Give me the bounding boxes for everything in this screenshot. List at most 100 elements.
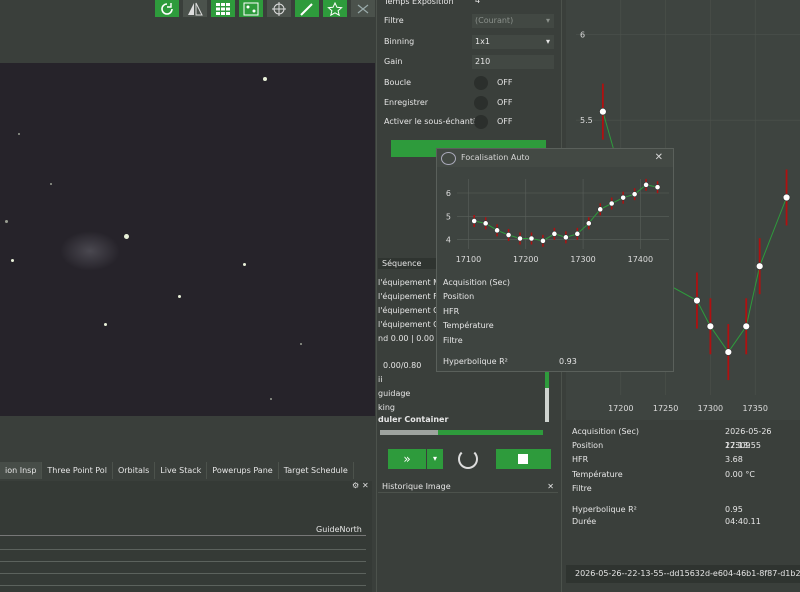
filter-select[interactable]: (Courant) ▾ [472, 14, 554, 28]
panel-options-icon[interactable]: ⚙ [352, 481, 359, 490]
tab-three-point-polar[interactable]: Three Point Pol [42, 462, 113, 479]
info-temp-label: Température [572, 470, 623, 479]
star [11, 259, 14, 262]
dialog-acq-label: Acquisition (Sec) [443, 278, 510, 287]
refresh-icon[interactable] [155, 0, 179, 17]
exposure-label: Temps Exposition [384, 0, 454, 6]
dialog-pos-label: Position [443, 292, 475, 301]
data-point [693, 296, 701, 305]
sequence-stop-button[interactable] [496, 449, 551, 469]
star [124, 234, 129, 239]
sequence-start-button[interactable]: » [388, 449, 426, 469]
sequence-scrollbar-thumb[interactable] [545, 372, 549, 388]
tab-powerups[interactable]: Powerups Pane [207, 462, 279, 479]
data-point [551, 230, 558, 237]
x-tick-label: 17200 [608, 404, 633, 413]
table-row [0, 535, 366, 536]
data-point [724, 348, 733, 356]
data-point [505, 232, 512, 238]
table-row [0, 561, 366, 562]
gain-input[interactable]: 210 [472, 55, 554, 69]
info-acq-label: Acquisition (Sec) [572, 427, 639, 436]
data-point [755, 262, 764, 270]
data-point [654, 184, 661, 191]
exposure-value[interactable]: 4 [475, 0, 480, 5]
data-point [471, 218, 478, 224]
loop-toggle[interactable] [474, 76, 488, 90]
dialog-hfr-label: HFR [443, 307, 460, 316]
settings-icon[interactable] [351, 0, 375, 17]
info-hfr-label: HFR [572, 455, 589, 464]
data-point [528, 235, 535, 242]
data-point [585, 220, 592, 227]
stars-icon[interactable] [239, 0, 263, 17]
subsample-toggle[interactable] [474, 115, 488, 129]
info-hfr-value: 3.68 [725, 455, 743, 464]
y-tick-label: 6 [580, 30, 585, 39]
image-view[interactable] [0, 63, 375, 416]
binning-select[interactable]: 1x1 ▾ [472, 35, 554, 49]
sequence-item: guidage [378, 389, 411, 398]
data-point [517, 235, 523, 242]
autofocus-dialog-title: Focalisation Auto [461, 153, 530, 162]
autofocus-dialog-close-icon[interactable]: ✕ [655, 149, 663, 167]
tab-inspector[interactable]: ion Insp [0, 462, 43, 479]
data-point [643, 181, 649, 188]
data-point [706, 322, 715, 331]
y-tick-label: 5.5 [580, 116, 593, 125]
data-point [782, 193, 791, 202]
crosshair-icon[interactable] [267, 0, 291, 17]
save-toggle[interactable] [474, 96, 488, 110]
data-point [597, 206, 604, 213]
subsample-label: Activer le sous-échantill [384, 117, 480, 126]
data-point [494, 227, 501, 234]
data-point [608, 200, 615, 207]
dialog-temp-label: Température [443, 321, 494, 330]
dialog-app-icon [441, 152, 456, 165]
image-history-title: Historique Image [382, 482, 451, 491]
dialog-filter-label: Filtre [443, 336, 463, 345]
tab-orbitals[interactable]: Orbitals [113, 462, 156, 479]
dialog-r2-value: 0.93 [559, 357, 577, 366]
flip-icon[interactable] [183, 0, 207, 17]
x-tick-label: 17100 [456, 255, 481, 264]
dock-tab-bar: ion Insp Three Point Pol Orbitals Live S… [0, 462, 354, 479]
info-temp-value: 0.00 °C [725, 470, 755, 479]
star [104, 323, 107, 326]
y-tick-label: 5 [446, 212, 451, 221]
star [300, 343, 302, 345]
data-point [742, 322, 750, 331]
info-pos-label: Position [572, 441, 604, 450]
data-point [620, 194, 627, 201]
save-value: OFF [497, 98, 513, 107]
bottom-left-panel: ⚙ ✕ GuideNorth [0, 481, 372, 592]
data-point [599, 107, 607, 116]
subsample-value: OFF [497, 117, 513, 126]
image-history-header: Historique Image ✕ [378, 481, 558, 493]
star [5, 220, 8, 223]
y-tick-label: 4 [446, 236, 451, 245]
tab-target-scheduler[interactable]: Target Schedule [279, 462, 354, 479]
x-tick-label: 17200 [513, 255, 538, 264]
data-point [574, 230, 581, 237]
table-row [0, 585, 366, 586]
y-tick-label: 6 [446, 189, 451, 198]
loop-value: OFF [497, 78, 513, 87]
data-point [482, 220, 489, 227]
wand-icon[interactable] [295, 0, 319, 17]
star [263, 77, 267, 81]
star-outline-icon[interactable] [323, 0, 347, 17]
data-point [562, 234, 569, 241]
x-tick-label: 17350 [742, 404, 767, 413]
autofocus-dialog: Focalisation Auto ✕ 17100 17200 17300 17400… [436, 148, 674, 372]
star [270, 398, 272, 400]
stop-icon [518, 454, 528, 464]
column-header-guide-north: GuideNorth [316, 525, 362, 534]
image-history-close-icon[interactable]: ✕ [547, 481, 554, 493]
grid-icon[interactable] [211, 0, 235, 17]
autofocus-dialog-titlebar[interactable]: Focalisation Auto ✕ [437, 149, 673, 167]
sequence-start-dropdown[interactable]: ▾ [427, 449, 443, 469]
tab-live-stack[interactable]: Live Stack [155, 462, 208, 479]
data-point [631, 191, 638, 198]
panel-close-icon[interactable]: ✕ [362, 481, 369, 490]
